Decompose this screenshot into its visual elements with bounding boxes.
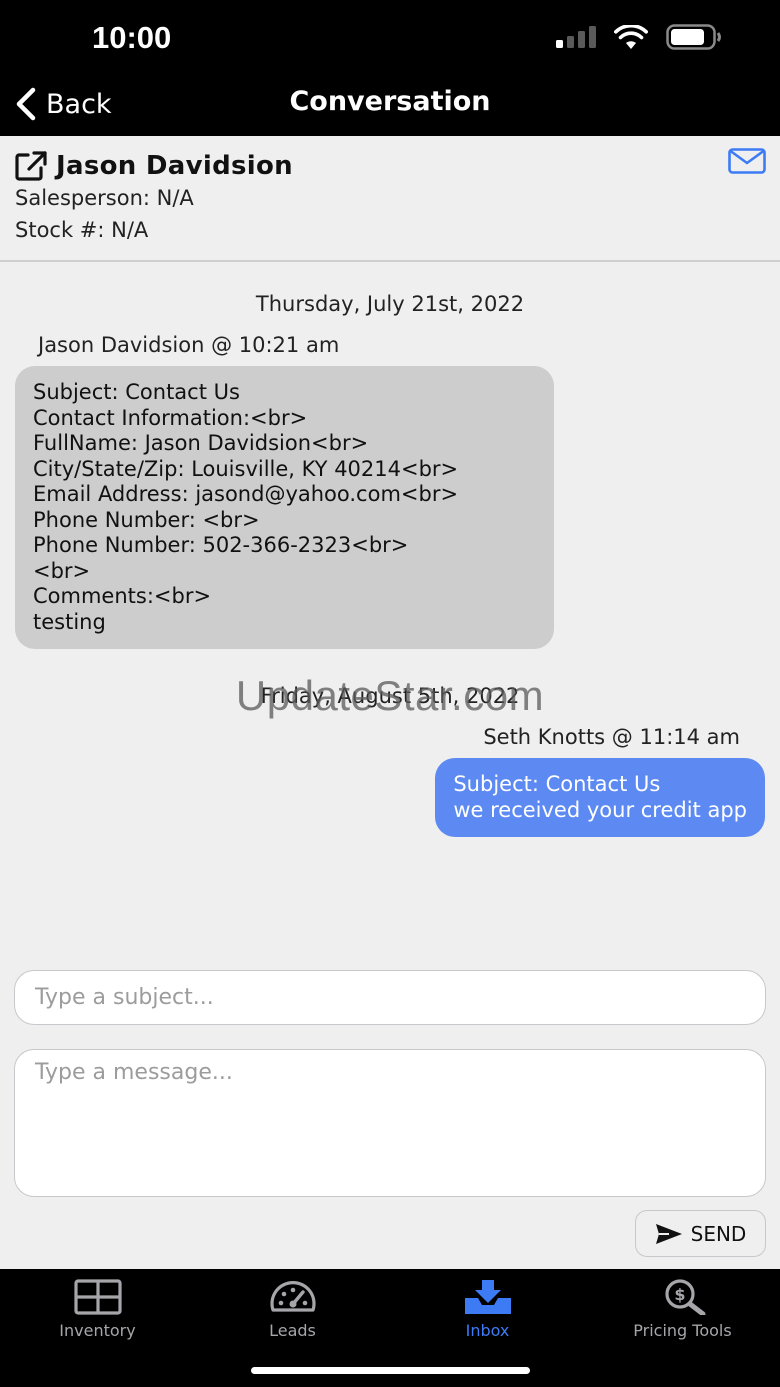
message-line: Phone Number: 502-366-2323<br>: [33, 533, 409, 557]
message-line: Contact Information:<br>: [33, 405, 308, 430]
subject-input[interactable]: [14, 970, 766, 1025]
navigation-bar: Back Conversation: [0, 76, 780, 136]
tab-pricing-tools[interactable]: $ Pricing Tools: [585, 1279, 780, 1349]
tab-label: Inventory: [59, 1321, 136, 1340]
message-line: City/State/Zip: Louisville, KY 40214<br>: [33, 456, 459, 481]
battery-icon: [666, 24, 721, 50]
tab-label: Inbox: [465, 1321, 510, 1340]
page-title: Conversation: [289, 86, 491, 117]
tab-leads[interactable]: Leads: [195, 1279, 390, 1349]
salesperson-label: Salesperson: N/A: [15, 186, 194, 210]
dollar-search-icon: $: [664, 1279, 705, 1315]
message-line: testing: [33, 609, 106, 634]
message-line: Email Address: jasond@yahoo.com<br>: [33, 482, 459, 506]
message-line: Subject: Contact Us: [453, 772, 661, 796]
grid-icon: [73, 1279, 122, 1315]
open-contact-link[interactable]: Jason Davidsion: [14, 150, 293, 182]
message-line: <br>: [33, 558, 91, 583]
send-button[interactable]: SEND: [635, 1210, 766, 1257]
date-separator: Thursday, July 21st, 2022: [255, 292, 525, 316]
inbox-download-icon: [464, 1280, 511, 1314]
status-bar: 10:00: [0, 0, 780, 76]
contact-header: Jason Davidsion Salesperson: N/A Stock #…: [0, 136, 780, 262]
message-sender: Seth Knotts @ 11:14 am: [483, 725, 740, 749]
wifi-icon: [614, 25, 648, 49]
tab-inbox[interactable]: Inbox: [390, 1279, 585, 1349]
date-separator: Friday, August 5th, 2022: [260, 684, 520, 708]
message-line: Comments:<br>: [33, 584, 212, 608]
tab-label: Leads: [269, 1321, 316, 1340]
incoming-message-bubble: Subject: Contact Us Contact Information:…: [15, 366, 554, 649]
cellular-signal-icon: [556, 26, 596, 48]
speedometer-icon: [269, 1281, 316, 1312]
outgoing-message-bubble: Subject: Contact Us we received your cre…: [435, 758, 765, 837]
email-button[interactable]: [728, 148, 766, 178]
home-indicator: [251, 1367, 530, 1374]
message-line: we received your credit app: [453, 797, 747, 822]
svg-text:$: $: [674, 1285, 685, 1304]
tab-label: Pricing Tools: [633, 1321, 732, 1340]
envelope-icon: [728, 148, 766, 174]
message-sender: Jason Davidsion @ 10:21 am: [38, 333, 340, 357]
status-time: 10:00: [92, 20, 172, 55]
message-input[interactable]: [14, 1049, 766, 1197]
message-line: FullName: Jason Davidsion<br>: [33, 431, 369, 455]
stock-number-label: Stock #: N/A: [15, 218, 149, 242]
message-line: Phone Number: <br>: [33, 507, 260, 532]
external-link-icon: [15, 151, 47, 181]
tab-inventory[interactable]: Inventory: [0, 1279, 195, 1349]
status-icons: [556, 24, 722, 50]
send-icon: [655, 1223, 682, 1244]
send-button-label: SEND: [690, 1221, 747, 1246]
contact-name: Jason Davidsion: [56, 151, 293, 181]
message-line: Subject: Contact Us: [33, 380, 240, 404]
